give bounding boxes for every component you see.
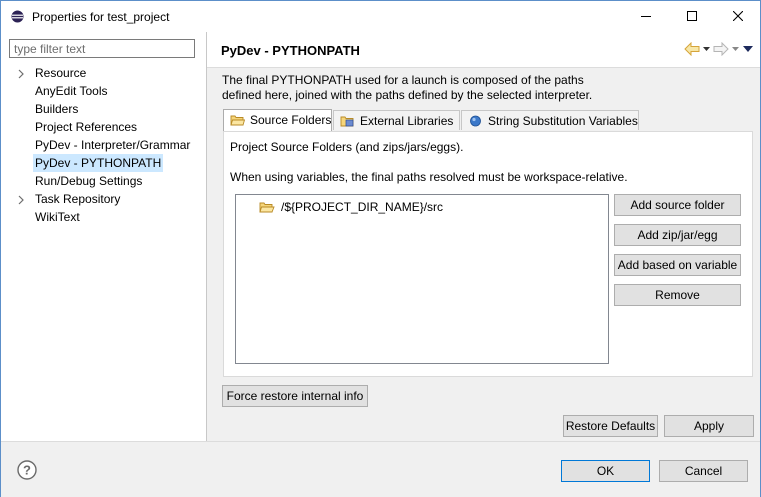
help-icon[interactable]: ?: [17, 460, 37, 480]
page-header: PyDev - PYTHONPATH: [207, 32, 760, 68]
dialog-footer: ? OK Cancel: [1, 441, 760, 497]
window-title: Properties for test_project: [32, 10, 170, 24]
maximize-button[interactable]: [669, 1, 715, 32]
add-zip-jar-egg-button[interactable]: Add zip/jar/egg: [614, 224, 741, 246]
tab-external-libraries[interactable]: External Libraries: [333, 110, 460, 130]
add-source-folder-button[interactable]: Add source folder: [614, 194, 741, 216]
properties-dialog: Properties for test_project Resource Any…: [0, 0, 761, 497]
tree-item-task-repository[interactable]: Task Repository: [33, 190, 122, 208]
page-title: PyDev - PYTHONPATH: [221, 43, 360, 58]
chevron-right-icon[interactable]: [17, 191, 25, 209]
tab-label: External Libraries: [360, 114, 454, 128]
description-line: defined here, joined with the paths defi…: [222, 88, 593, 102]
folder-icon: [259, 202, 275, 213]
tree-item-pydev-interpreter[interactable]: PyDev - Interpreter/Grammar: [33, 136, 192, 154]
page-description: The final PYTHONPATH used for a launch i…: [222, 73, 752, 103]
restore-defaults-button[interactable]: Restore Defaults: [563, 415, 658, 437]
view-menu-icon[interactable]: [742, 42, 754, 59]
tab-label: String Substitution Variables: [488, 114, 638, 128]
tree-item-project-references[interactable]: Project References: [33, 118, 139, 136]
cancel-button[interactable]: Cancel: [659, 460, 748, 482]
maximize-icon: [687, 11, 697, 21]
category-panel: Resource AnyEdit Tools Builders Project …: [1, 32, 207, 441]
tree-item-anyedit-tools[interactable]: AnyEdit Tools: [33, 82, 110, 100]
tree-item-pydev-pythonpath[interactable]: PyDev - PYTHONPATH: [33, 154, 164, 172]
force-restore-button[interactable]: Force restore internal info: [222, 385, 368, 407]
minimize-icon: [641, 16, 651, 17]
svg-text:?: ?: [23, 463, 31, 478]
tab-string-substitution-variables[interactable]: String Substitution Variables: [461, 110, 639, 130]
tree-item-builders[interactable]: Builders: [33, 100, 80, 118]
chevron-right-icon[interactable]: [17, 65, 25, 83]
library-icon: [340, 116, 354, 127]
variable-icon: [470, 115, 481, 127]
title-bar: Properties for test_project: [1, 1, 760, 32]
tab-label: Source Folders: [250, 113, 332, 127]
source-folders-panel: Project Source Folders (and zips/jars/eg…: [223, 131, 753, 377]
source-folder-list[interactable]: /${PROJECT_DIR_NAME}/src: [235, 194, 609, 364]
forward-arrow-icon[interactable]: [713, 41, 729, 59]
list-item[interactable]: /${PROJECT_DIR_NAME}/src: [259, 199, 443, 215]
source-folders-label: Project Source Folders (and zips/jars/eg…: [230, 140, 464, 154]
filter-input[interactable]: [9, 39, 195, 58]
description-line: The final PYTHONPATH used for a launch i…: [222, 73, 584, 87]
preference-page: PyDev - PYTHONPATH The final PYTHONPATH …: [207, 32, 760, 441]
apply-button[interactable]: Apply: [664, 415, 754, 437]
folder-path: /${PROJECT_DIR_NAME}/src: [281, 200, 444, 214]
tab-source-folders[interactable]: Source Folders: [223, 109, 332, 131]
close-button[interactable]: [715, 1, 761, 32]
chevron-down-icon[interactable]: [702, 42, 711, 59]
folder-icon: [230, 115, 245, 126]
close-icon: [732, 10, 744, 22]
remove-button[interactable]: Remove: [614, 284, 741, 306]
eclipse-icon: [11, 10, 24, 23]
tree-item-run-debug-settings[interactable]: Run/Debug Settings: [33, 172, 144, 190]
back-arrow-icon[interactable]: [684, 41, 700, 59]
tree-item-resource[interactable]: Resource: [33, 64, 88, 82]
ok-button[interactable]: OK: [561, 460, 650, 482]
add-based-on-variable-button[interactable]: Add based on variable: [614, 254, 741, 276]
chevron-down-icon[interactable]: [731, 42, 740, 59]
minimize-button[interactable]: [623, 1, 669, 32]
page-nav: [684, 41, 754, 59]
variables-note: When using variables, the final paths re…: [230, 170, 628, 184]
tree-item-wikitext[interactable]: WikiText: [33, 208, 82, 226]
